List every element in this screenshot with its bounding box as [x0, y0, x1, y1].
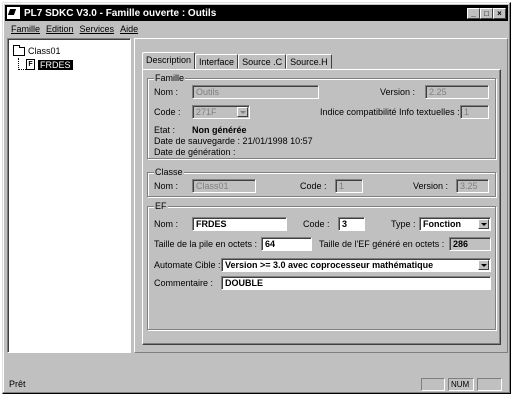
ef-code-label: Code :: [303, 219, 330, 229]
dropdown-button[interactable]: [237, 107, 248, 117]
title-bar-buttons: _ □ ×: [467, 7, 506, 19]
ef-nom-label: Nom :: [154, 219, 179, 229]
tree-item-label: FRDES: [38, 59, 73, 70]
tab-interface[interactable]: Interface: [195, 54, 239, 69]
function-block-icon: F: [26, 59, 35, 70]
client-area: Class01 F FRDES Description Interface So…: [7, 38, 508, 364]
famille-version-field[interactable]: 2.25: [425, 85, 489, 99]
title-bar[interactable]: PL7 SDKC V3.0 - Famille ouverte : Outils…: [5, 5, 508, 21]
tab-source-c[interactable]: Source .C: [238, 54, 287, 69]
ef-type-combo[interactable]: Fonction: [419, 217, 491, 231]
minimize-button[interactable]: _: [467, 7, 480, 19]
date-sauvegarde: Date de sauvegarde : 21/01/1998 10:57: [154, 136, 313, 146]
classe-nom-label: Nom :: [154, 181, 179, 191]
famille-legend: Famille: [154, 73, 186, 83]
automate-value: Version >= 3.0 avec coprocesseur mathéma…: [225, 260, 434, 270]
menu-aide[interactable]: Aide: [120, 24, 138, 34]
famille-group: Famille Nom : Outils Version : 2.25 Code…: [147, 73, 496, 159]
status-bar: Prêt NUM: [5, 378, 508, 392]
automate-label: Automate Cible :: [154, 260, 221, 270]
commentaire-field[interactable]: DOUBLE: [221, 276, 491, 290]
tree-item-label: Class01: [28, 46, 61, 56]
classe-version-label: Version :: [413, 181, 449, 191]
app-icon[interactable]: [7, 7, 20, 19]
classe-code-field[interactable]: 1: [335, 179, 363, 193]
tab-source-h[interactable]: Source.H: [286, 54, 332, 69]
status-cell-empty: [421, 378, 445, 391]
chevron-down-icon: [239, 110, 246, 114]
maximize-button[interactable]: □: [480, 7, 493, 19]
dropdown-button[interactable]: [478, 260, 489, 270]
taille-ef-field[interactable]: 286: [449, 237, 491, 251]
famille-code-combo[interactable]: 271F: [192, 105, 250, 119]
ef-nom-field[interactable]: FRDES: [192, 217, 287, 231]
status-num: NUM: [448, 378, 474, 391]
famille-code-label: Code :: [154, 107, 181, 117]
application-window: PL7 SDKC V3.0 - Famille ouverte : Outils…: [2, 2, 511, 394]
tree-connector: [18, 58, 26, 70]
ef-type-label: Type :: [391, 219, 416, 229]
close-button[interactable]: ×: [493, 7, 506, 19]
famille-version-label: Version :: [380, 87, 416, 97]
famille-code-value: 271F: [196, 107, 217, 117]
indice-field[interactable]: 1: [460, 105, 489, 119]
etat-label: Etat :: [154, 125, 176, 135]
pile-label: Taille de la pile en octets :: [154, 239, 258, 249]
menu-edition[interactable]: Edition: [46, 24, 74, 34]
indice-label: Indice compatibilité Info textuelles :: [320, 107, 460, 117]
automate-combo[interactable]: Version >= 3.0 avec coprocesseur mathéma…: [221, 258, 491, 272]
tree-view[interactable]: Class01 F FRDES: [7, 38, 131, 353]
taille-ef-label: Taille de l'EF généré en octets :: [319, 239, 445, 249]
ef-legend: EF: [154, 201, 168, 211]
folder-icon: [13, 44, 25, 56]
commentaire-label: Commentaire :: [154, 278, 214, 288]
tree-item-frdes[interactable]: F FRDES: [26, 59, 73, 70]
ef-code-field[interactable]: 3: [338, 217, 365, 231]
menu-bar: Famille Edition Services Aide: [5, 22, 508, 36]
famille-nom-field[interactable]: Outils: [192, 85, 319, 99]
famille-nom-label: Nom :: [154, 87, 179, 97]
etat-value: Non générée: [192, 125, 247, 135]
properties-panel: Description Interface Source .C Source.H…: [134, 38, 508, 353]
ef-group: EF Nom : FRDES Code : 3 Type : Fonction …: [147, 201, 496, 330]
tab-description[interactable]: Description: [142, 52, 196, 69]
status-cell-scroll: [477, 378, 502, 391]
description-tab-page: Famille Nom : Outils Version : 2.25 Code…: [142, 69, 501, 345]
classe-nom-field[interactable]: Class01: [192, 179, 256, 193]
classe-legend: Classe: [154, 167, 184, 177]
classe-version-field[interactable]: 3.25: [456, 179, 489, 193]
pile-field[interactable]: 64: [261, 237, 312, 251]
classe-code-label: Code :: [300, 181, 327, 191]
status-text: Prêt: [9, 379, 26, 389]
date-generation: Date de génération :: [154, 147, 236, 157]
dropdown-button[interactable]: [478, 219, 489, 229]
tab-strip: Description Interface Source .C Source.H: [142, 52, 332, 69]
window-title: PL7 SDKC V3.0 - Famille ouverte : Outils: [24, 7, 217, 19]
chevron-down-icon: [480, 222, 487, 226]
tree-item-class01[interactable]: Class01: [13, 44, 61, 56]
classe-group: Classe Nom : Class01 Code : 1 Version : …: [147, 167, 496, 197]
menu-famille[interactable]: Famille: [11, 24, 40, 34]
chevron-down-icon: [480, 263, 487, 267]
menu-services[interactable]: Services: [80, 24, 115, 34]
ef-type-value: Fonction: [423, 219, 461, 229]
